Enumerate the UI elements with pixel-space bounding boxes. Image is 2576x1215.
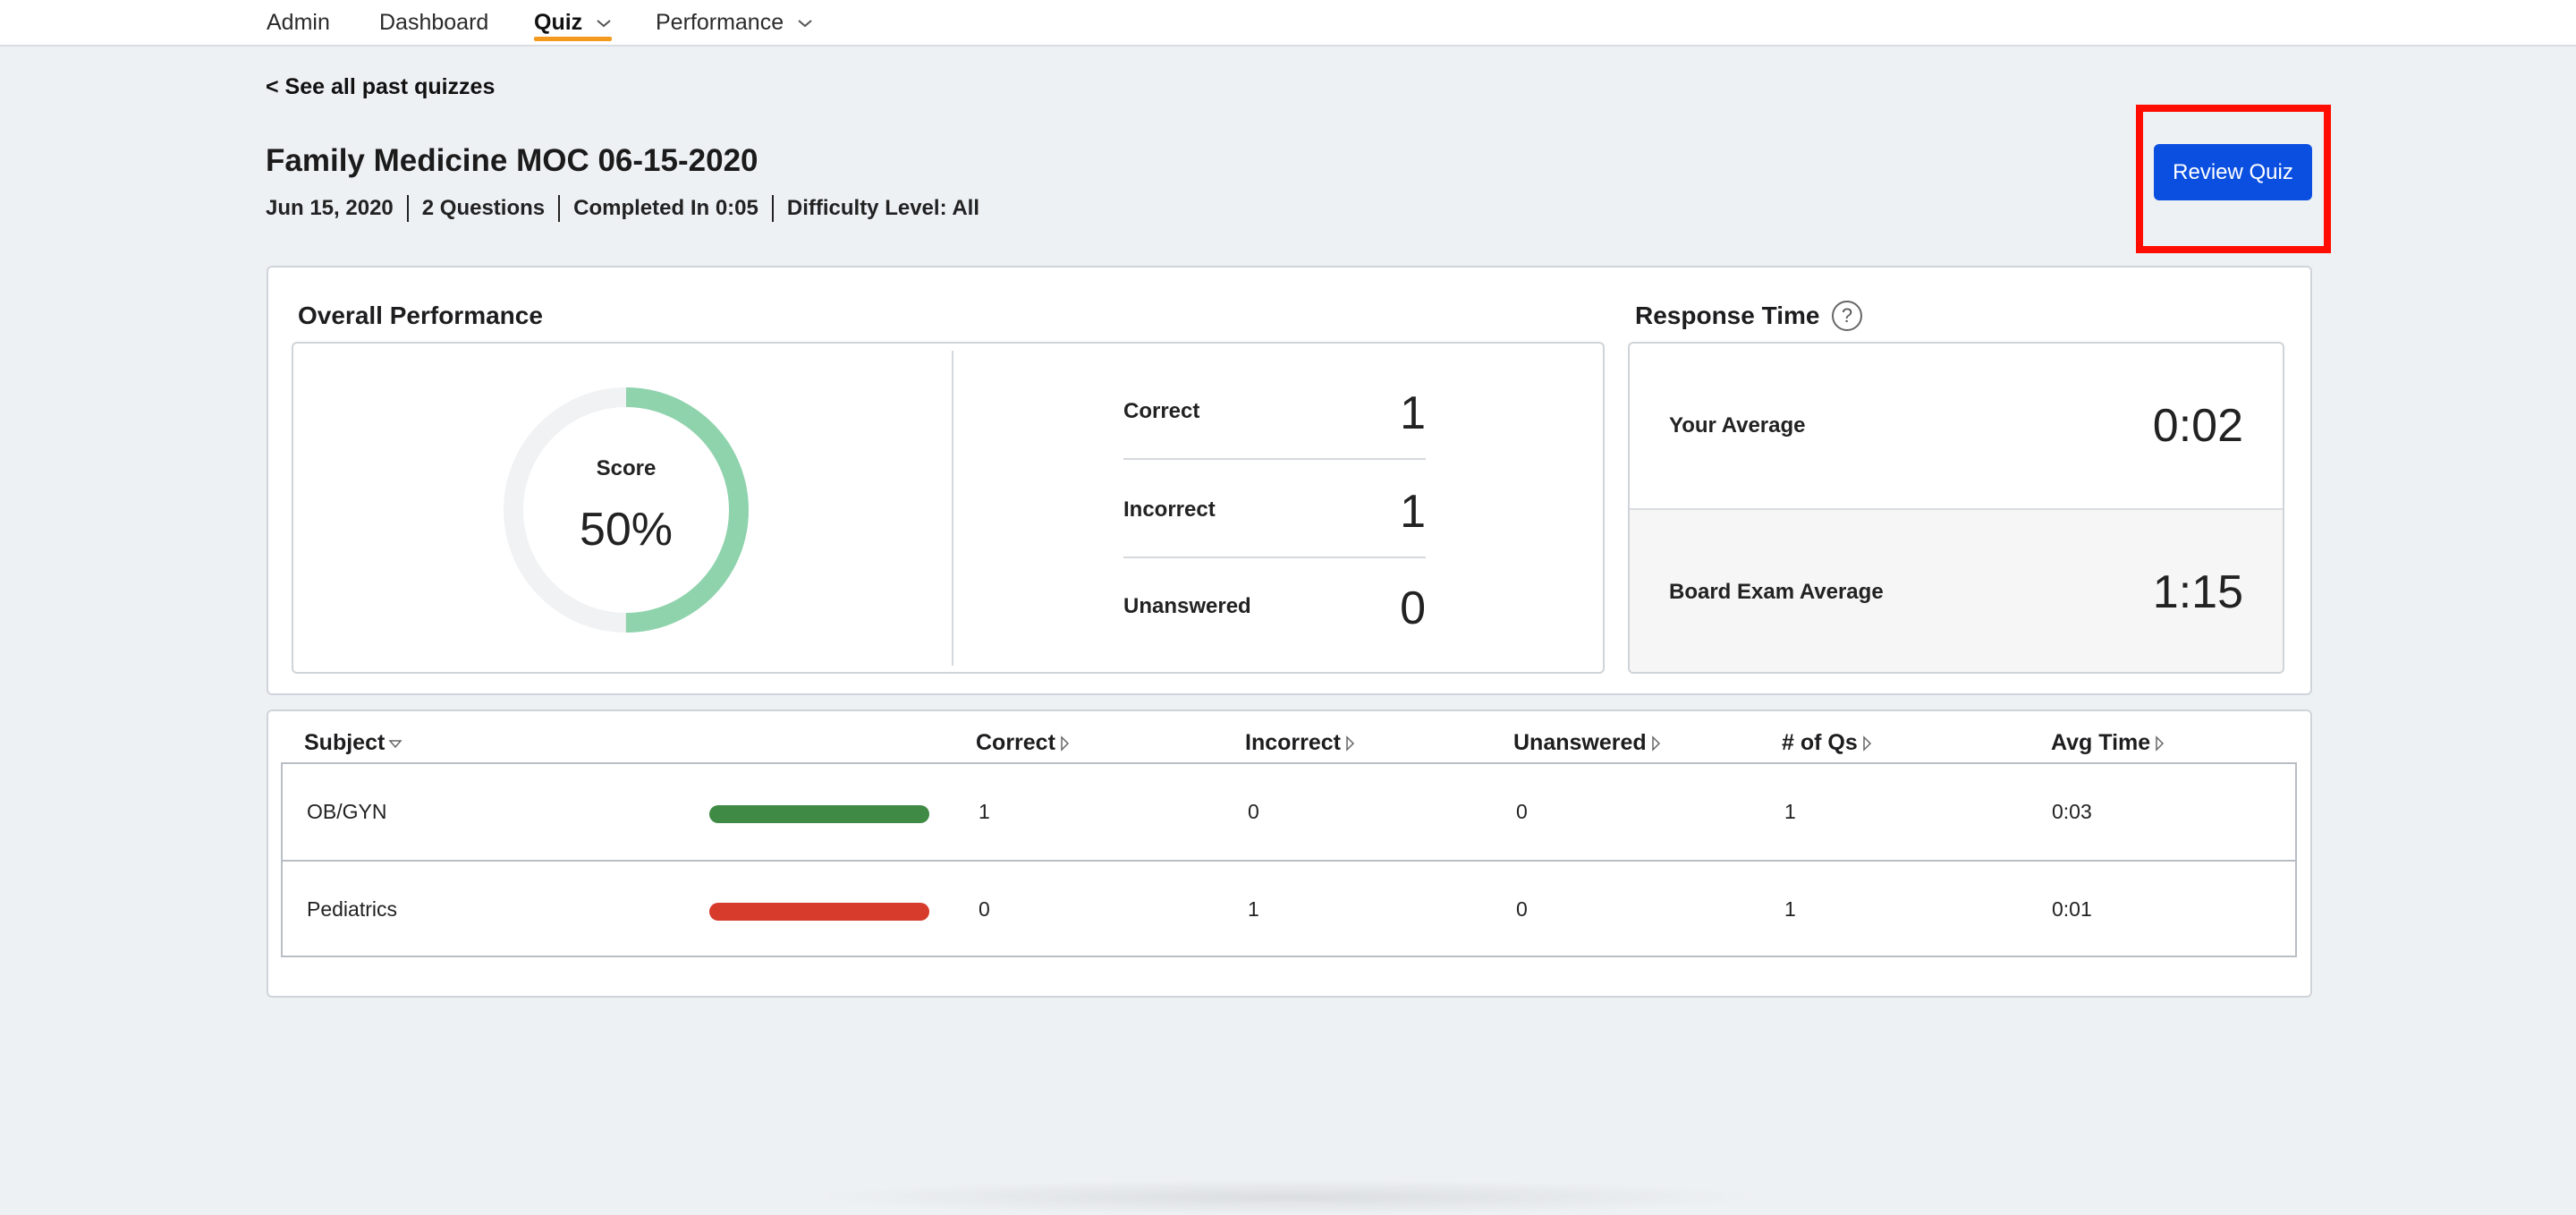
response-time-title: Response Time <box>1635 302 1820 329</box>
nav-item-performance[interactable]: Performance <box>656 9 813 41</box>
score-value: 50% <box>579 504 674 556</box>
stat-divider <box>1123 557 1426 558</box>
correct-count: 0 <box>979 897 990 921</box>
column-header-unanswered[interactable]: Unanswered <box>1513 730 1661 756</box>
column-header-num-qs[interactable]: # of Qs <box>1782 730 1872 756</box>
stat-value: 1 <box>1400 387 1426 439</box>
panel-divider <box>952 351 953 666</box>
sort-right-icon <box>2156 735 2165 752</box>
sort-right-icon <box>1061 735 1069 752</box>
incorrect-count: 1 <box>1248 897 1259 921</box>
column-header-label: Subject <box>304 730 386 755</box>
back-to-past-quizzes-link[interactable]: < See all past quizzes <box>266 74 495 100</box>
response-value: 0:02 <box>2152 400 2243 452</box>
stat-row-incorrect: Incorrect 1 <box>1123 485 1426 583</box>
stat-value: 0 <box>1400 582 1426 634</box>
column-header-incorrect[interactable]: Incorrect <box>1245 730 1355 756</box>
column-header-correct[interactable]: Correct <box>976 730 1070 756</box>
top-nav: Admin Dashboard Quiz Performance <box>0 0 2576 47</box>
sort-right-icon <box>1651 735 1660 752</box>
subject-table: OB/GYN 1 0 0 1 0:03 Pediatrics 0 1 0 1 0… <box>281 762 2297 957</box>
nav-item-admin[interactable]: Admin <box>267 9 330 41</box>
response-label: Your Average <box>1669 413 1806 438</box>
score-label: Score <box>596 456 657 480</box>
chevron-down-icon <box>798 20 812 28</box>
subject-name: OB/GYN <box>307 800 387 823</box>
subject-score-bar <box>709 903 929 921</box>
stat-value: 1 <box>1400 486 1426 538</box>
chevron-down-icon <box>597 20 611 28</box>
stat-label: Unanswered <box>1123 594 1251 618</box>
response-row-your-average: Your Average 0:02 <box>1630 344 2283 508</box>
stat-divider <box>1123 458 1426 460</box>
stat-row-unanswered: Unanswered 0 <box>1123 582 1426 680</box>
avg-time: 0:01 <box>2052 897 2092 921</box>
overall-performance-title: Overall Performance <box>298 302 543 329</box>
column-header-label: Correct <box>976 730 1055 755</box>
nav-item-quiz[interactable]: Quiz <box>534 9 613 41</box>
nav-item-dashboard[interactable]: Dashboard <box>379 9 488 41</box>
nav-item-label: Quiz <box>534 10 583 35</box>
bottom-shadow <box>805 1179 1771 1215</box>
nav-item-label: Admin <box>267 10 330 35</box>
column-header-label: Incorrect <box>1245 730 1341 755</box>
table-row[interactable]: Pediatrics 0 1 0 1 0:01 <box>283 860 2295 956</box>
incorrect-count: 0 <box>1248 800 1259 823</box>
stat-label: Incorrect <box>1123 497 1216 522</box>
column-header-subject[interactable]: Subject <box>304 730 402 756</box>
question-circle-icon[interactable]: ? <box>1832 301 1862 331</box>
review-quiz-button[interactable]: Review Quiz <box>2154 144 2312 200</box>
stat-label: Correct <box>1123 399 1200 423</box>
correct-count: 1 <box>979 800 990 823</box>
unanswered-count: 0 <box>1516 897 1528 921</box>
sort-right-icon <box>1346 735 1355 752</box>
sort-down-icon <box>388 740 402 749</box>
page-title: Family Medicine MOC 06-15-2020 <box>266 143 758 178</box>
stat-row-correct: Correct 1 <box>1123 387 1426 485</box>
sort-right-icon <box>1863 735 1871 752</box>
unanswered-count: 0 <box>1516 800 1528 823</box>
nav-item-label: Performance <box>656 10 784 35</box>
column-header-label: Avg Time <box>2051 730 2151 755</box>
quiz-date: Jun 15, 2020 <box>266 196 394 220</box>
response-label: Board Exam Average <box>1669 580 1884 604</box>
difficulty-level: Difficulty Level: All <box>771 195 993 222</box>
subject-name: Pediatrics <box>307 897 397 921</box>
column-header-label: Unanswered <box>1513 730 1647 755</box>
column-header-label: # of Qs <box>1782 730 1858 755</box>
question-count: 1 <box>1784 897 1796 921</box>
table-row[interactable]: OB/GYN 1 0 0 1 0:03 <box>283 764 2295 860</box>
question-count: 2 Questions <box>406 195 558 222</box>
response-value: 1:15 <box>2152 566 2243 618</box>
nav-item-label: Dashboard <box>379 10 489 35</box>
completion-time: Completed In 0:05 <box>558 195 772 222</box>
avg-time: 0:03 <box>2052 800 2092 823</box>
question-count: 1 <box>1784 800 1796 823</box>
response-time-panel: Your Average 0:02 Board Exam Average 1:1… <box>1628 342 2284 674</box>
quiz-meta: Jun 15, 2020 2 Questions Completed In 0:… <box>266 195 993 222</box>
subject-score-bar <box>709 805 929 823</box>
response-row-board-exam-average: Board Exam Average 1:15 <box>1630 508 2283 672</box>
column-header-avg-time[interactable]: Avg Time <box>2051 730 2165 756</box>
